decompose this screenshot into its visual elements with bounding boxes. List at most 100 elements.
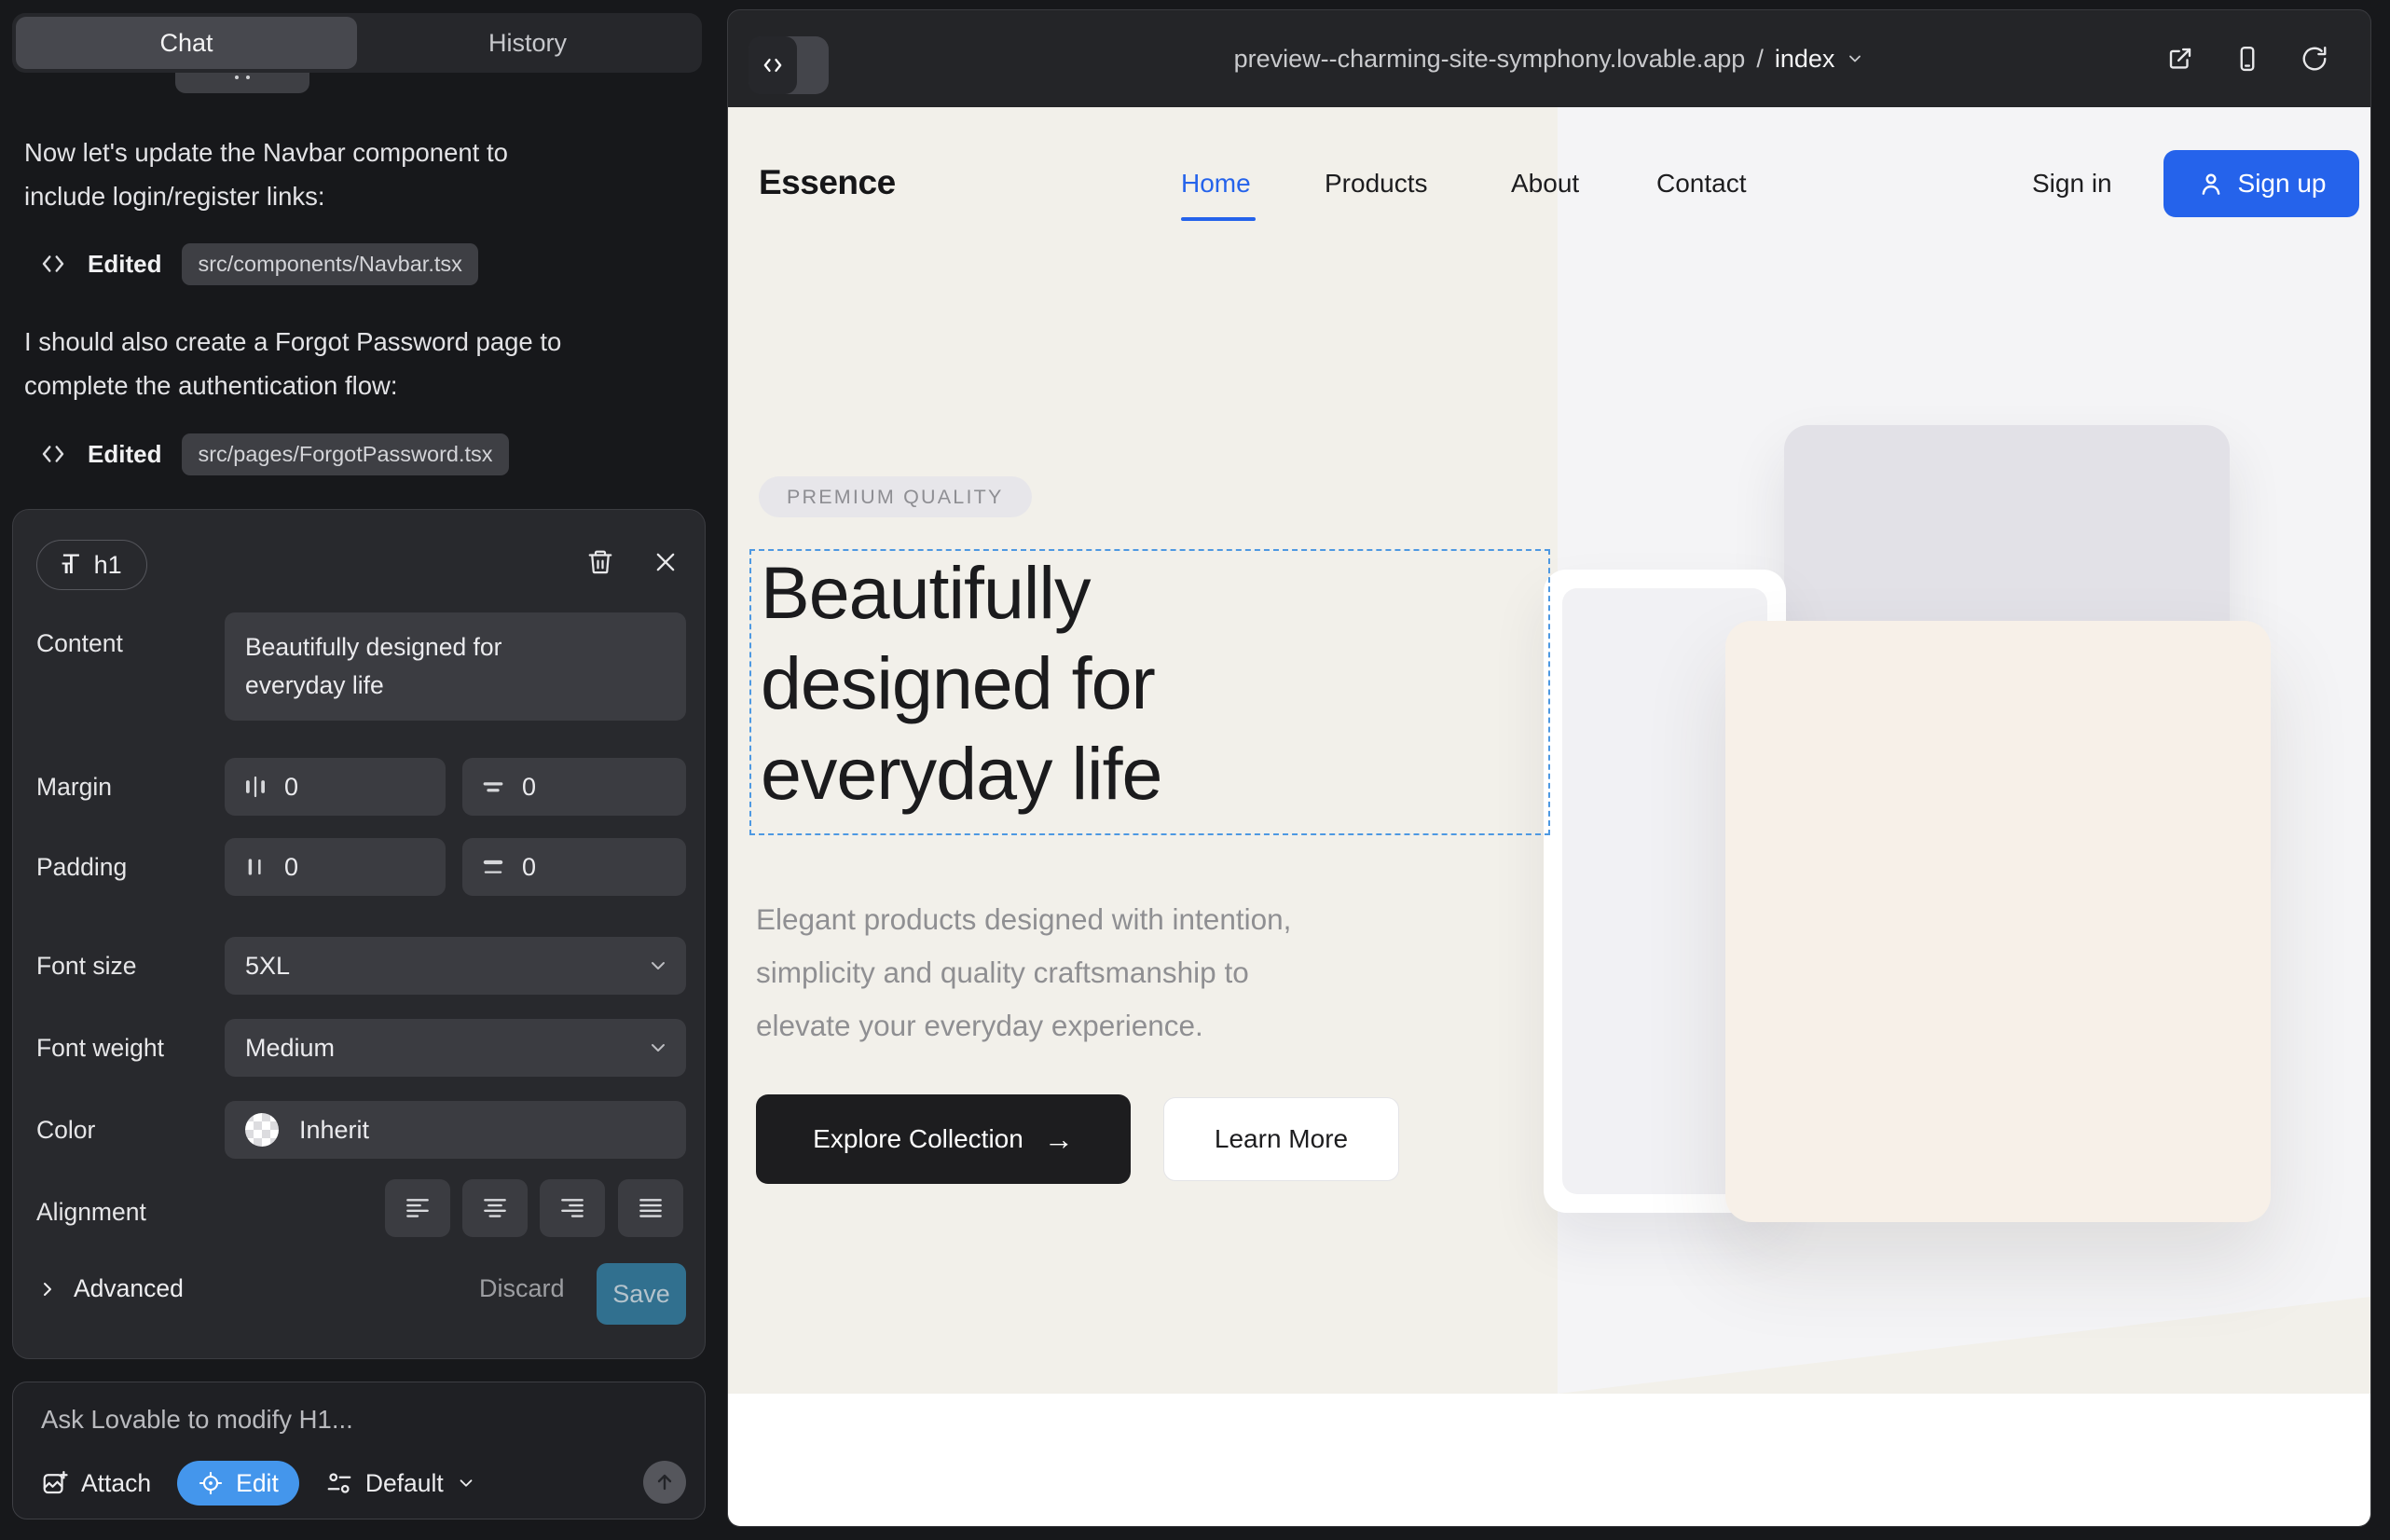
chat-composer[interactable]: Ask Lovable to modify H1... Attach Edit — [12, 1382, 706, 1519]
hero-badge: PREMIUM QUALITY — [759, 476, 1032, 517]
learn-more-button[interactable]: Learn More — [1163, 1097, 1399, 1181]
align-justify-button[interactable] — [618, 1179, 683, 1237]
content-label: Content — [36, 629, 123, 658]
edited-file-row: Edited src/components/Navbar.tsx — [39, 241, 478, 287]
close-icon — [652, 549, 679, 575]
image-plus-icon — [41, 1469, 69, 1497]
margin-vertical-icon — [479, 773, 507, 801]
send-button[interactable] — [643, 1461, 686, 1504]
sliders-icon — [325, 1469, 353, 1497]
preview-window: preview--charming-site-symphony.lovable.… — [727, 9, 2371, 1527]
edited-label: Edited — [88, 250, 161, 279]
preview-url[interactable]: preview--charming-site-symphony.lovable.… — [728, 10, 2370, 107]
sign-up-button[interactable]: Sign up — [2163, 150, 2359, 217]
external-link-icon — [2166, 45, 2194, 73]
content-input[interactable]: Beautifully designed for everyday life — [225, 612, 686, 721]
chevron-down-icon — [647, 1037, 669, 1059]
h1-selection-outline[interactable]: Beautifully designed for everyday life — [749, 549, 1550, 835]
scrolled-file-chip — [175, 73, 309, 93]
tab-history[interactable]: History — [357, 17, 698, 69]
color-swatch — [245, 1113, 279, 1147]
close-panel-button[interactable] — [645, 542, 686, 583]
assistant-message: Now let's update the Navbar component to… — [24, 131, 692, 218]
nav-link-home[interactable]: Home — [1181, 169, 1251, 199]
padding-label: Padding — [36, 853, 127, 882]
default-mode-dropdown[interactable]: Default — [325, 1469, 476, 1498]
align-justify-icon — [636, 1193, 666, 1223]
font-weight-label: Font weight — [36, 1034, 164, 1063]
font-weight-select[interactable]: Medium — [225, 1019, 686, 1077]
margin-x-input[interactable]: 0 — [225, 758, 446, 816]
code-icon — [39, 250, 67, 278]
element-editor-panel: тT h1 Content Beautifully designed for e… — [12, 509, 706, 1359]
arrow-right-icon: → — [1044, 1122, 1074, 1157]
margin-label: Margin — [36, 773, 112, 802]
site-preview: Essence Home Products About Contact Sign… — [728, 107, 2370, 1526]
chevron-down-icon — [647, 955, 669, 977]
align-right-button[interactable] — [540, 1179, 605, 1237]
smartphone-icon — [2233, 45, 2261, 73]
color-label: Color — [36, 1116, 95, 1145]
advanced-toggle[interactable]: Advanced — [36, 1274, 184, 1303]
align-left-icon — [403, 1193, 433, 1223]
tab-chat[interactable]: Chat — [16, 17, 357, 69]
arrow-up-icon — [653, 1471, 676, 1493]
trash-icon — [586, 548, 614, 576]
url-domain: preview--charming-site-symphony.lovable.… — [1234, 45, 1746, 74]
code-icon — [39, 440, 67, 468]
padding-horizontal-icon — [241, 853, 269, 881]
decor-card-cream — [1725, 621, 2271, 1222]
margin-y-input[interactable]: 0 — [462, 758, 686, 816]
chat-sidebar: Chat History Now let's update the Navbar… — [0, 0, 727, 1540]
url-page: index — [1775, 45, 1835, 74]
typography-icon: тT — [62, 549, 80, 581]
chevron-down-icon — [456, 1473, 476, 1493]
site-logo[interactable]: Essence — [759, 163, 896, 202]
preview-toolbar: preview--charming-site-symphony.lovable.… — [728, 10, 2370, 107]
edit-mode-button[interactable]: Edit — [177, 1461, 299, 1506]
refresh-button[interactable] — [2294, 38, 2335, 79]
padding-y-input[interactable]: 0 — [462, 838, 686, 896]
open-in-new-tab-button[interactable] — [2160, 38, 2201, 79]
section-below-hero — [728, 1394, 2370, 1526]
attach-button[interactable]: Attach — [41, 1469, 151, 1498]
nav-link-contact[interactable]: Contact — [1656, 169, 1747, 199]
nav-link-products[interactable]: Products — [1325, 169, 1428, 199]
nav-link-about[interactable]: About — [1511, 169, 1579, 199]
edited-label: Edited — [88, 440, 161, 469]
alignment-label: Alignment — [36, 1198, 146, 1227]
hero-paragraph: Elegant products designed with intention… — [756, 893, 1502, 1052]
color-select[interactable]: Inherit — [225, 1101, 686, 1159]
refresh-icon — [2301, 45, 2328, 73]
assistant-message: I should also create a Forgot Password p… — [24, 320, 692, 407]
padding-x-input[interactable]: 0 — [225, 838, 446, 896]
composer-placeholder: Ask Lovable to modify H1... — [41, 1405, 353, 1435]
lovable-app: Chat History Now let's update the Navbar… — [0, 0, 2390, 1540]
edited-file-row: Edited src/pages/ForgotPassword.tsx — [39, 431, 509, 477]
file-chip[interactable]: src/pages/ForgotPassword.tsx — [182, 433, 508, 475]
selected-element-tag: тT h1 — [36, 540, 147, 590]
url-separator: / — [1756, 45, 1764, 74]
hero-heading[interactable]: Beautifully designed for everyday life — [761, 547, 1162, 818]
user-icon — [2197, 170, 2225, 198]
font-size-label: Font size — [36, 952, 137, 981]
sign-in-link[interactable]: Sign in — [2032, 169, 2112, 199]
sidebar-tabs: Chat History — [12, 13, 702, 73]
padding-vertical-icon — [479, 853, 507, 881]
mobile-view-button[interactable] — [2227, 38, 2268, 79]
delete-element-button[interactable] — [580, 542, 621, 583]
nav-active-underline — [1181, 217, 1256, 221]
font-size-select[interactable]: 5XL — [225, 937, 686, 995]
explore-collection-button[interactable]: Explore Collection → — [756, 1094, 1131, 1184]
align-center-button[interactable] — [462, 1179, 528, 1237]
align-right-icon — [557, 1193, 587, 1223]
target-icon — [198, 1470, 224, 1496]
chevron-down-icon — [1846, 49, 1864, 68]
chevron-right-icon — [36, 1278, 59, 1300]
discard-button[interactable]: Discard — [479, 1274, 565, 1303]
save-button[interactable]: Save — [597, 1263, 686, 1325]
file-chip[interactable]: src/components/Navbar.tsx — [182, 243, 477, 285]
align-left-button[interactable] — [385, 1179, 450, 1237]
align-center-icon — [480, 1193, 510, 1223]
margin-horizontal-icon — [241, 773, 269, 801]
